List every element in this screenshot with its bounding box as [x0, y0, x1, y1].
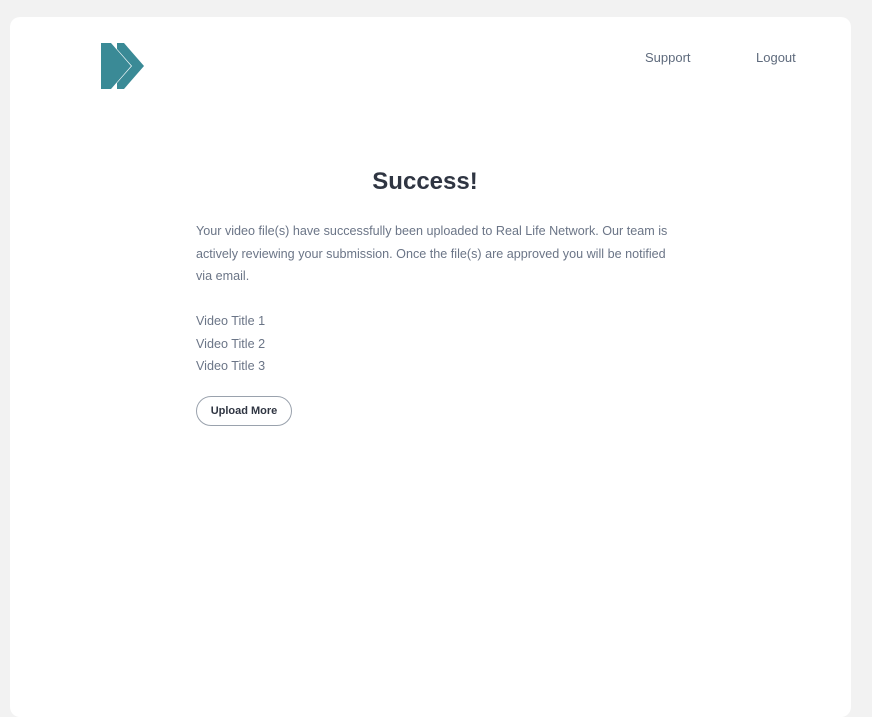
video-title-list: Video Title 1 Video Title 2 Video Title …: [196, 310, 265, 378]
success-message: Your video file(s) have successfully bee…: [196, 224, 668, 284]
page-title: Success!: [372, 168, 478, 195]
main-card: Support Logout Success! Your video file(…: [10, 17, 851, 717]
video-title-item: Video Title 1: [196, 314, 266, 328]
video-title-item: Video Title 3: [196, 359, 266, 374]
logout-link[interactable]: Logout: [756, 50, 796, 65]
upload-more-button[interactable]: Upload More: [196, 396, 292, 426]
video-title-item: Video Title 2: [196, 336, 266, 351]
logo-double-chevron-icon[interactable]: [97, 39, 147, 95]
support-link[interactable]: Support: [645, 50, 691, 65]
